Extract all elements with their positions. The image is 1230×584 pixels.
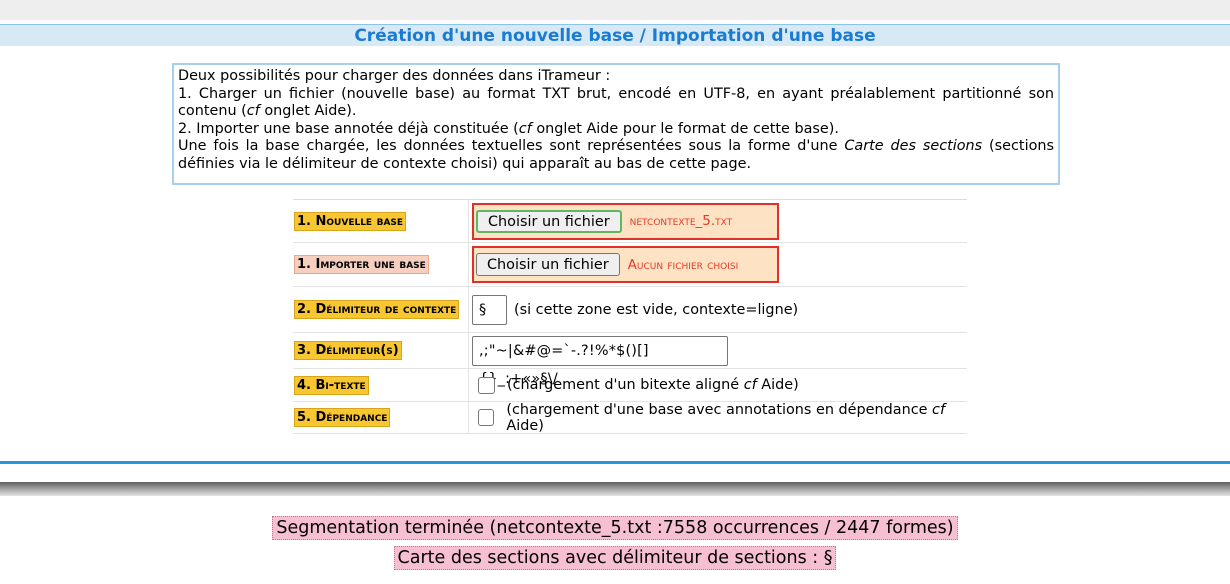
dependance-checkbox[interactable]	[478, 409, 495, 426]
cell-control: § (si cette zone est vide, contexte=lign…	[469, 287, 967, 332]
intro-box: Deux possibilités pour charger des donné…	[172, 63, 1060, 185]
row-delimiteur-contexte: 2. Délimiteur de contexte § (si cette zo…	[293, 287, 967, 333]
label-bitexte: 4. Bi-texte	[294, 375, 369, 395]
row-bitexte: 4. Bi-texte (chargement d'un bitexte ali…	[293, 369, 967, 402]
top-strip	[0, 0, 1230, 20]
cell-label: 4. Bi-texte	[293, 369, 469, 401]
file-input-nouvelle-base: Choisir un fichier netcontexte_5.txt	[472, 202, 779, 240]
cell-control: (chargement d'un bitexte aligné cf Aide)	[469, 369, 967, 401]
cell-label: 3. Délimiteur(s)	[293, 333, 469, 368]
bitexte-hint-text: (chargement d'un bitexte aligné	[507, 377, 744, 393]
context-delimiter-input[interactable]: §	[472, 294, 507, 325]
bitexte-checkbox[interactable]	[478, 376, 495, 394]
intro-item-2: 2. Importer une base annotée déjà consti…	[178, 121, 1054, 139]
label-dependance: 5. Dépendance	[294, 408, 391, 427]
row-delimiteurs: 3. Délimiteur(s) ,;"~|&#@=`-.?!%*$()[]{}…	[293, 333, 967, 387]
dependance-hint-text: (chargement d'une base avec annotations …	[506, 401, 933, 418]
section-title: Création d'une nouvelle base / Importati…	[0, 24, 1230, 46]
options-form: 1. Nouvelle base Choisir un fichier netc…	[293, 199, 967, 434]
dependance-hint-cf: cf	[932, 401, 946, 418]
intro-line-1-text: Deux possibilités pour charger des donné…	[178, 68, 611, 84]
label-importer-base: 1. Importer une base	[294, 255, 429, 274]
dependance-hint: (chargement d'une base avec annotations …	[506, 402, 967, 434]
row-nouvelle-base: 1. Nouvelle base Choisir un fichier netc…	[293, 200, 967, 243]
intro-line-4-text: Une fois la base chargée, les données te…	[178, 138, 845, 154]
divider-shadow	[0, 482, 1230, 496]
bitexte-hint-cf: cf	[743, 377, 757, 393]
intro-item-2-text: 2. Importer une base annotée déjà consti…	[178, 120, 519, 137]
intro-line-1: Deux possibilités pour charger des donné…	[178, 68, 1054, 86]
intro-line-4-em: Carte des sections	[844, 138, 983, 154]
cell-control: ,;"~|&#@=`-.?!%*$()[]{}_:+«»§\/	[469, 333, 967, 387]
label-delimiteur-contexte: 2. Délimiteur de contexte	[294, 300, 460, 319]
cell-label: 1. Importer une base	[293, 243, 469, 286]
intro-line-4: Une fois la base chargée, les données te…	[178, 138, 1054, 173]
intro-item-2-cf: cf	[518, 120, 532, 137]
row-dependance: 5. Dépendance (chargement d'une base ave…	[293, 402, 967, 434]
cell-control: Choisir un fichier Aucun fichier choisi	[469, 243, 967, 286]
segmentation-status-text: Segmentation terminée (netcontexte_5.txt…	[272, 516, 958, 540]
choose-file-button[interactable]: Choisir un fichier	[476, 209, 622, 233]
intro-item-2-end: onglet Aide pour le format de cette base…	[531, 120, 839, 137]
intro-item-1-cf: cf	[246, 103, 260, 119]
cell-label: 5. Dépendance	[293, 402, 469, 433]
cell-control: Choisir un fichier netcontexte_5.txt	[469, 200, 967, 242]
import-file-button[interactable]: Choisir un fichier	[476, 253, 620, 276]
file-input-importer-base: Choisir un fichier Aucun fichier choisi	[472, 246, 779, 283]
bitexte-hint: (chargement d'un bitexte aligné cf Aide)	[507, 377, 799, 393]
row-importer-base: 1. Importer une base Choisir un fichier …	[293, 243, 967, 287]
intro-item-1: 1. Charger un fichier (nouvelle base) au…	[178, 86, 1054, 121]
file-status-nouvelle-base: netcontexte_5.txt	[629, 213, 733, 229]
label-nouvelle-base: 1. Nouvelle base	[294, 211, 407, 231]
intro-item-1-end: onglet Aide).	[259, 103, 357, 119]
section-map-status: Carte des sections avec délimiteur de se…	[0, 546, 1230, 570]
bitexte-hint-end: Aide)	[756, 377, 799, 393]
context-delimiter-hint: (si cette zone est vide, contexte=ligne)	[514, 301, 799, 318]
dependance-hint-end: Aide)	[506, 417, 544, 434]
file-status-importer-base: Aucun fichier choisi	[627, 256, 739, 273]
segmentation-status: Segmentation terminée (netcontexte_5.txt…	[0, 516, 1230, 540]
cell-control: (chargement d'une base avec annotations …	[469, 402, 967, 434]
label-delimiteurs: 3. Délimiteur(s)	[294, 341, 402, 360]
section-map-status-text: Carte des sections avec délimiteur de se…	[393, 546, 837, 570]
cell-label: 1. Nouvelle base	[293, 200, 469, 242]
cell-label: 2. Délimiteur de contexte	[293, 287, 469, 332]
delimiters-input[interactable]: ,;"~|&#@=`-.?!%*$()[]{}_:+«»§\/	[472, 335, 728, 387]
creation-panel: Deux possibilités pour charger des donné…	[0, 46, 1230, 464]
